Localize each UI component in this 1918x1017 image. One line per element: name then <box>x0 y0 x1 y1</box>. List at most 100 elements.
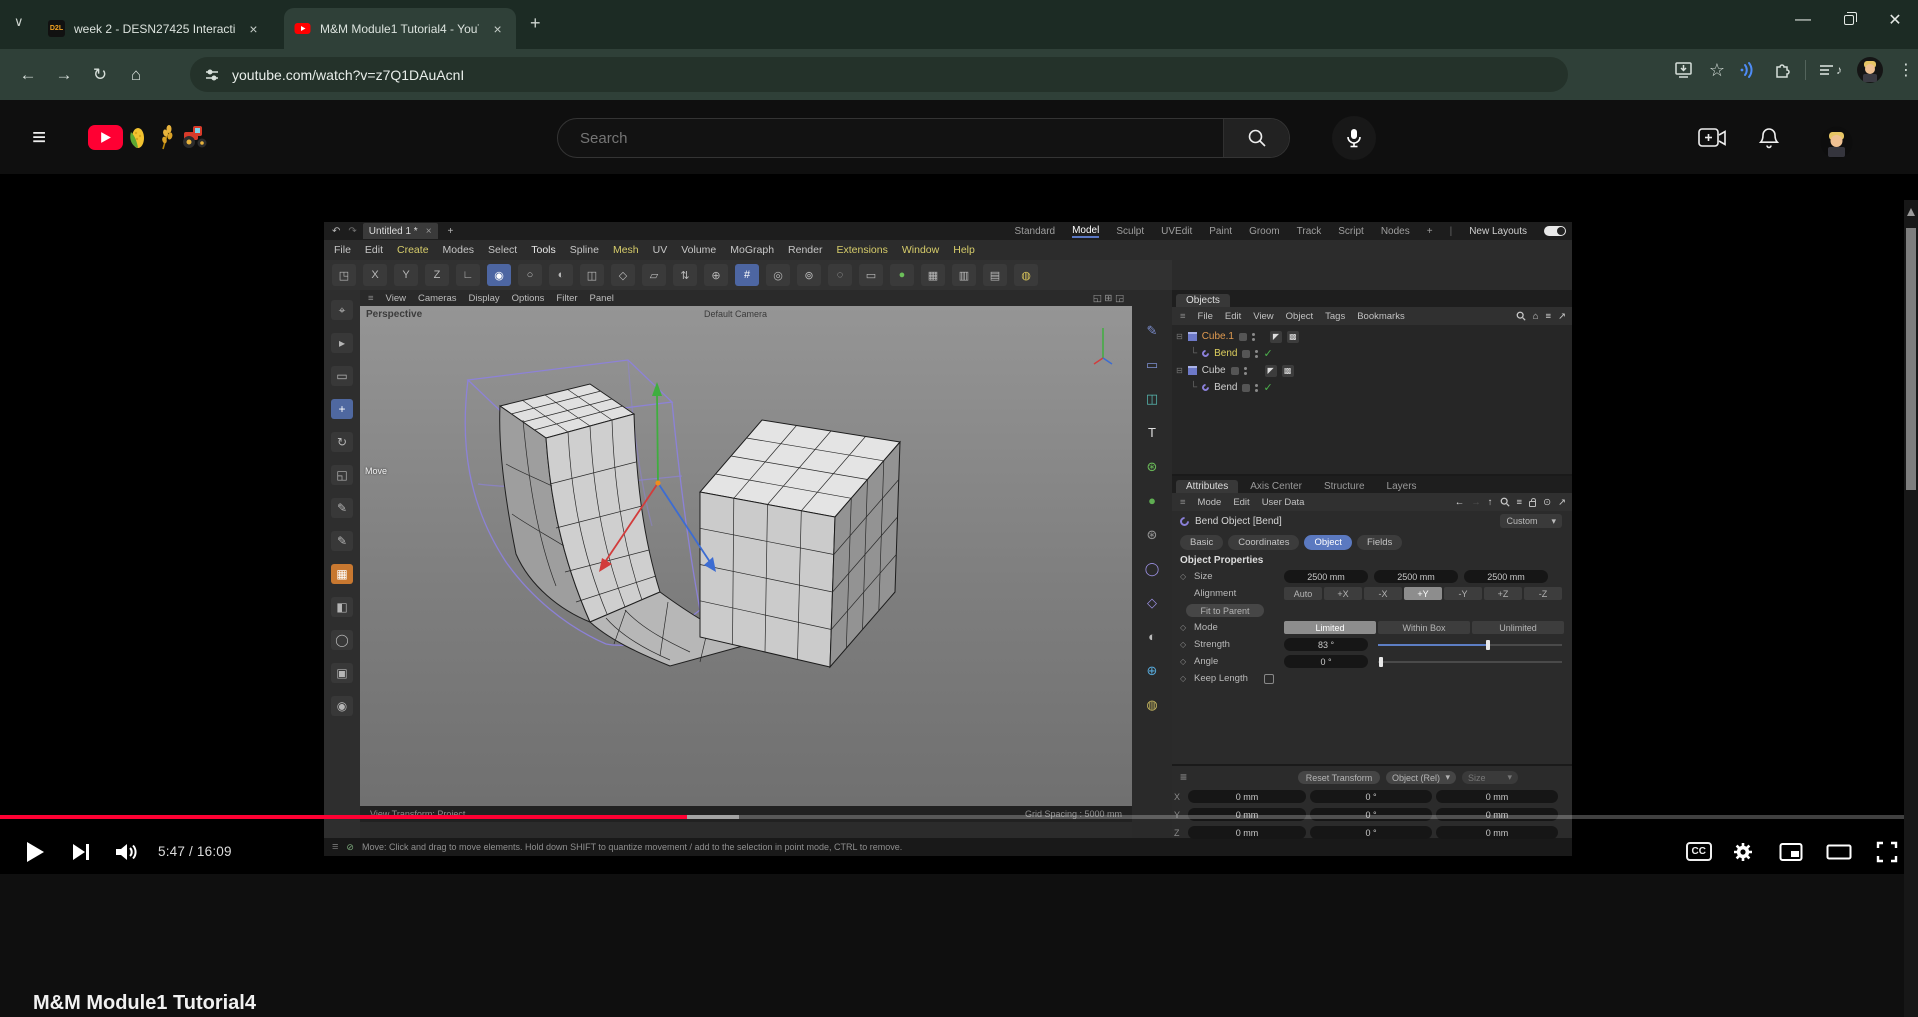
c4d-tool-icon[interactable]: ◳ <box>332 264 356 286</box>
c4d-viewport[interactable]: ≡ View Cameras Display Options Filter Pa… <box>360 290 1132 838</box>
menu-modes[interactable]: Modes <box>443 244 475 256</box>
scale-x-field[interactable]: 0 mm <box>1436 790 1558 803</box>
visibility-dots[interactable] <box>1244 367 1247 375</box>
align-minus-z[interactable]: -Z <box>1524 587 1562 600</box>
page-scrollbar[interactable] <box>1904 200 1918 1017</box>
tab-axis-center[interactable]: Axis Center <box>1240 480 1312 493</box>
enabled-check-icon[interactable]: ✓ <box>1263 347 1272 360</box>
c4d-light-icon[interactable]: ◍ <box>1014 264 1038 286</box>
c4d-snap-icon[interactable]: # <box>735 264 759 286</box>
attr-menu-edit[interactable]: Edit <box>1233 497 1249 508</box>
obj-menu-object[interactable]: Object <box>1286 311 1313 322</box>
mode-limited[interactable]: Limited <box>1284 621 1376 634</box>
attr-filter-icon[interactable]: ≡ <box>1517 497 1523 508</box>
c4d-layout-sculpt[interactable]: Sculpt <box>1116 226 1144 237</box>
objects-hamburger-icon[interactable]: ≡ <box>1180 311 1186 322</box>
tree-row-cube[interactable]: ⊟ Cube ◤ ▩ <box>1172 362 1572 379</box>
objects-search-icon[interactable] <box>1516 311 1526 321</box>
search-box[interactable] <box>557 118 1290 158</box>
c4d-sphere-icon[interactable]: ● <box>1148 494 1156 507</box>
obj-menu-view[interactable]: View <box>1253 311 1273 322</box>
attr-export-icon[interactable]: ↗ <box>1558 497 1566 508</box>
subtab-fields[interactable]: Fields <box>1357 535 1402 550</box>
tab-layers[interactable]: Layers <box>1377 480 1427 493</box>
obj-menu-edit[interactable]: Edit <box>1225 311 1241 322</box>
c4d-tool-icon[interactable]: ▭ <box>859 264 883 286</box>
subtab-object[interactable]: Object <box>1304 535 1351 550</box>
c4d-zoom-tool-icon[interactable]: ⌖ <box>331 300 353 320</box>
objects-export-icon[interactable]: ↗ <box>1558 311 1566 322</box>
mode-unlimited[interactable]: Unlimited <box>1472 621 1564 634</box>
install-cast-icon[interactable] <box>1675 61 1695 79</box>
c4d-tool-icon[interactable]: ◉ <box>331 696 353 716</box>
c4d-tool-icon[interactable]: ▣ <box>331 663 353 683</box>
menu-uv[interactable]: UV <box>653 244 668 256</box>
c4d-generator-icon[interactable]: ⊛ <box>1147 460 1158 473</box>
youtube-logo[interactable] <box>88 124 211 150</box>
c4d-move-tool-icon[interactable]: + <box>331 399 353 419</box>
camera-label[interactable]: Default Camera <box>704 309 767 319</box>
objects-filter-icon[interactable]: ≡ <box>1545 311 1551 322</box>
attr-menu-mode[interactable]: Mode <box>1198 497 1222 508</box>
c4d-doc-close-icon[interactable]: × <box>426 226 432 237</box>
size-y-field[interactable]: 2500 mm <box>1374 570 1458 583</box>
align-minus-y[interactable]: -Y <box>1444 587 1482 600</box>
c4d-new-layouts[interactable]: New Layouts <box>1469 226 1527 237</box>
c4d-axis-x-icon[interactable]: X <box>363 264 387 286</box>
strength-slider[interactable] <box>1378 644 1562 646</box>
url-text[interactable]: youtube.com/watch?v=z7Q1DAuAcnI <box>232 67 464 83</box>
browser-menu-kebab-icon[interactable]: ⋮ <box>1898 60 1912 80</box>
play-button[interactable] <box>12 832 58 872</box>
enabled-check-icon[interactable]: ✓ <box>1263 381 1272 394</box>
c4d-layout-uvedit[interactable]: UVEdit <box>1161 226 1192 237</box>
notifications-button[interactable] <box>1758 126 1780 150</box>
c4d-points-mode-icon[interactable]: ◉ <box>487 264 511 286</box>
coords-hamburger-icon[interactable]: ≡ <box>1180 770 1187 784</box>
vp-menu-display[interactable]: Display <box>469 293 500 304</box>
video-player[interactable]: ↶ ↷ Untitled 1 * × + Standard Model Scul… <box>0 174 1918 874</box>
guide-hamburger-icon[interactable]: ≡ <box>32 124 46 152</box>
c4d-axis-z-icon[interactable]: Z <box>425 264 449 286</box>
size-z-field[interactable]: 2500 mm <box>1464 570 1548 583</box>
voice-search-button[interactable] <box>1332 116 1376 160</box>
obj-menu-tags[interactable]: Tags <box>1325 311 1345 322</box>
refresh-button[interactable]: ↻ <box>82 65 118 85</box>
c4d-rotate-tool-icon[interactable]: ↻ <box>331 432 353 452</box>
forward-button[interactable]: → <box>46 65 82 85</box>
align-auto[interactable]: Auto <box>1284 587 1322 600</box>
keep-length-checkbox[interactable] <box>1264 674 1274 684</box>
miniplayer-button[interactable] <box>1774 832 1808 872</box>
c4d-tool-icon[interactable]: ◫ <box>580 264 604 286</box>
c4d-light-icon[interactable]: ◍ <box>1146 698 1157 711</box>
fit-to-parent-button[interactable]: Fit to Parent <box>1186 604 1264 617</box>
coord-mode-dropdown[interactable]: Object (Rel)▾ <box>1386 771 1456 784</box>
address-bar[interactable]: youtube.com/watch?v=z7Q1DAuAcnI <box>190 57 1568 92</box>
c4d-tool-icon[interactable]: ⊕ <box>704 264 728 286</box>
vp-corner-icons[interactable]: ◱ ⊞ ◲ <box>1093 293 1124 304</box>
site-info-icon[interactable] <box>204 67 220 83</box>
c4d-tool-icon[interactable]: ○ <box>518 264 542 286</box>
menu-spline[interactable]: Spline <box>570 244 599 256</box>
pos-x-field[interactable]: 0 mm <box>1188 790 1306 803</box>
visibility-dots[interactable] <box>1252 333 1255 341</box>
c4d-layout-nodes[interactable]: Nodes <box>1381 226 1410 237</box>
c4d-tool-icon[interactable]: ▤ <box>983 264 1007 286</box>
menu-extensions[interactable]: Extensions <box>837 244 888 256</box>
next-button[interactable] <box>58 832 104 872</box>
c4d-tool-icon[interactable]: ▥ <box>952 264 976 286</box>
create-button[interactable] <box>1698 128 1726 148</box>
window-minimize-button[interactable]: — <box>1780 1 1826 39</box>
preset-dropdown[interactable]: Custom▾ <box>1500 514 1562 528</box>
browser-tab-d2l[interactable]: D2L week 2 - DESN27425 Interactio × <box>38 8 272 49</box>
account-avatar[interactable] <box>1820 126 1853 159</box>
menu-mesh[interactable]: Mesh <box>613 244 639 256</box>
viewport-label[interactable]: Perspective <box>366 309 422 320</box>
c4d-pen-tool-icon[interactable]: ✎ <box>331 498 353 518</box>
c4d-material-icon[interactable]: ▦ <box>331 564 353 584</box>
texture-tag-icon[interactable]: ▩ <box>1282 365 1294 377</box>
c4d-layout-script[interactable]: Script <box>1338 226 1364 237</box>
vp-menu-filter[interactable]: Filter <box>556 293 577 304</box>
vp-menu-cameras[interactable]: Cameras <box>418 293 457 304</box>
c4d-tool-icon[interactable]: ◐ <box>549 264 573 286</box>
c4d-globe-icon[interactable]: ⊕ <box>1147 664 1158 677</box>
